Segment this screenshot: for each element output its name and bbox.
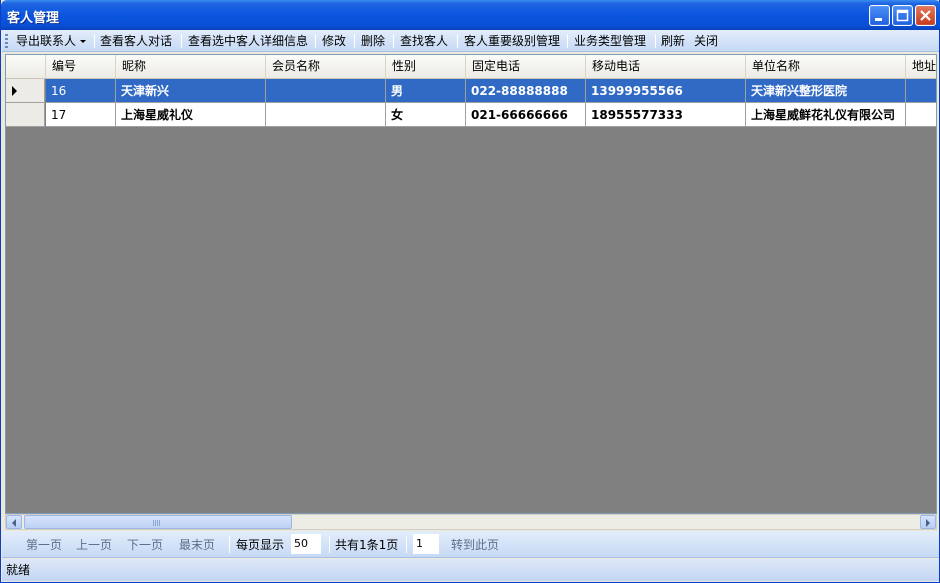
column-header-nickname[interactable]: 昵称 xyxy=(116,55,266,78)
toolbar-separator xyxy=(94,34,95,48)
table-row[interactable]: 16 天津新兴 男 022-88888888 13999955566 天津新兴整… xyxy=(6,79,936,103)
find-customer-button[interactable]: 查找客人 xyxy=(400,33,448,49)
row-selector[interactable] xyxy=(6,79,45,103)
toolbar-separator xyxy=(181,34,182,48)
column-header-company[interactable]: 单位名称 xyxy=(746,55,906,78)
close-window-button[interactable] xyxy=(915,5,936,26)
scroll-thumb[interactable] xyxy=(24,515,292,529)
first-page-button[interactable]: 第一页 xyxy=(26,537,62,553)
chevron-down-icon xyxy=(80,40,87,43)
status-bar: 就绪 xyxy=(2,559,939,581)
toolbar-separator xyxy=(315,34,316,48)
table-row[interactable]: 17 上海星威礼仪 女 021-66666666 18955577333 上海星… xyxy=(6,103,936,127)
customer-management-window: 客人管理 导出联系人 查看客人对话 查看选中客人详细信息 修改 删除 查找客人 … xyxy=(0,0,940,583)
per-page-input[interactable]: 50 xyxy=(291,534,321,554)
scroll-left-button[interactable] xyxy=(6,515,22,529)
pager-separator xyxy=(406,536,407,553)
title-bar[interactable]: 客人管理 xyxy=(1,0,940,30)
pager-separator xyxy=(329,536,330,553)
delete-button[interactable]: 删除 xyxy=(361,33,385,49)
pager-toolbar: 第一页 上一页 下一页 最末页 每页显示 50 共有1条1页 1 转到此页 xyxy=(2,531,939,558)
current-row-arrow-icon xyxy=(12,86,17,96)
view-detail-button[interactable]: 查看选中客人详细信息 xyxy=(188,33,308,49)
minimize-button[interactable] xyxy=(869,5,890,26)
main-toolbar: 导出联系人 查看客人对话 查看选中客人详细信息 修改 删除 查找客人 客人重要级… xyxy=(2,30,939,52)
toolbar-separator xyxy=(567,34,568,48)
grid-header: 编号 昵称 会员名称 性别 固定电话 移动电话 单位名称 地址 xyxy=(6,55,936,79)
cell-nickname[interactable]: 天津新兴 xyxy=(116,79,266,103)
per-page-label: 每页显示 xyxy=(236,538,285,552)
pager-summary: 共有1条1页 xyxy=(335,538,399,552)
maximize-icon xyxy=(896,9,909,22)
refresh-button[interactable]: 刷新 xyxy=(661,33,685,49)
business-type-button[interactable]: 业务类型管理 xyxy=(574,33,646,49)
cell-member[interactable] xyxy=(266,79,386,103)
export-contacts-label: 导出联系人 xyxy=(16,34,77,48)
toolbar-separator xyxy=(354,34,355,48)
toolbar-separator xyxy=(393,34,394,48)
close-icon xyxy=(920,10,931,21)
column-header-gender[interactable]: 性别 xyxy=(386,55,466,78)
cell-mobile[interactable]: 13999955566 xyxy=(586,79,746,103)
column-header-member[interactable]: 会员名称 xyxy=(266,55,386,78)
customer-grid[interactable]: 编号 昵称 会员名称 性别 固定电话 移动电话 单位名称 地址 16 天津新兴 … xyxy=(5,54,937,514)
row-selector[interactable] xyxy=(6,103,45,127)
cell-id[interactable]: 17 xyxy=(46,103,116,127)
cell-address[interactable] xyxy=(906,103,936,127)
toolbar-grip[interactable] xyxy=(5,34,8,48)
cell-company[interactable]: 天津新兴整形医院 xyxy=(746,79,906,103)
arrow-right-icon xyxy=(926,519,930,527)
cell-member[interactable] xyxy=(266,103,386,127)
column-header-phone[interactable]: 固定电话 xyxy=(466,55,586,78)
cell-phone[interactable]: 022-88888888 xyxy=(466,79,586,103)
view-dialog-button[interactable]: 查看客人对话 xyxy=(100,33,172,49)
window-title: 客人管理 xyxy=(7,11,60,26)
toolbar-separator xyxy=(655,34,656,48)
row-header-corner[interactable] xyxy=(6,55,46,78)
cell-id[interactable]: 16 xyxy=(46,79,116,103)
minimize-icon xyxy=(875,18,882,21)
cell-nickname[interactable]: 上海星威礼仪 xyxy=(116,103,266,127)
column-header-id[interactable]: 编号 xyxy=(46,55,116,78)
toolbar-separator xyxy=(457,34,458,48)
cell-phone[interactable]: 021-66666666 xyxy=(466,103,586,127)
export-contacts-dropdown[interactable]: 导出联系人 xyxy=(16,33,87,49)
cell-gender[interactable]: 男 xyxy=(386,79,466,103)
cell-address[interactable] xyxy=(906,79,936,103)
cell-mobile[interactable]: 18955577333 xyxy=(586,103,746,127)
page-number-input[interactable]: 1 xyxy=(413,534,439,554)
horizontal-scrollbar[interactable] xyxy=(5,514,937,530)
maximize-button[interactable] xyxy=(892,5,913,26)
thumb-grip-icon xyxy=(153,520,161,526)
arrow-left-icon xyxy=(12,519,16,527)
scroll-right-button[interactable] xyxy=(920,515,936,529)
column-header-address[interactable]: 地址 xyxy=(906,55,936,78)
column-header-mobile[interactable]: 移动电话 xyxy=(586,55,746,78)
next-page-button[interactable]: 下一页 xyxy=(127,537,163,553)
goto-page-button[interactable]: 转到此页 xyxy=(451,537,499,553)
cell-gender[interactable]: 女 xyxy=(386,103,466,127)
status-text: 就绪 xyxy=(6,563,31,577)
last-page-button[interactable]: 最末页 xyxy=(179,537,215,553)
cell-company[interactable]: 上海星威鲜花礼仪有限公司 xyxy=(746,103,906,127)
prev-page-button[interactable]: 上一页 xyxy=(76,537,112,553)
level-management-button[interactable]: 客人重要级别管理 xyxy=(464,33,560,49)
close-button[interactable]: 关闭 xyxy=(694,33,718,49)
edit-button[interactable]: 修改 xyxy=(322,33,346,49)
pager-separator xyxy=(229,536,230,553)
